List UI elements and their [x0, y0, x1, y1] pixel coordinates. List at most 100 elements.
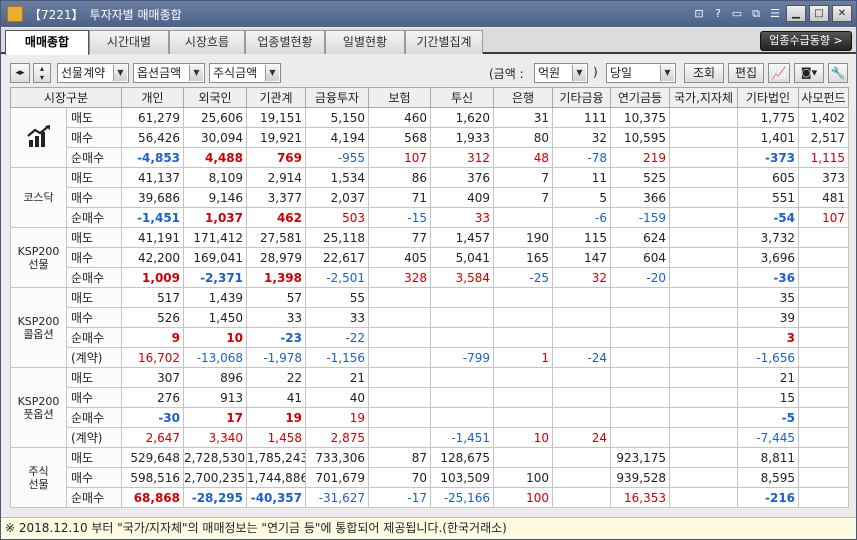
- table-cell: [368, 367, 432, 388]
- column-header[interactable]: 투신: [430, 87, 495, 108]
- table-row: 매수 56,426 30,094 19,921 4,194 568 1,933 80 32 10,…: [11, 127, 850, 148]
- row-label: 순매수: [65, 487, 123, 508]
- menu-icon[interactable]: ☰: [767, 7, 783, 20]
- table-cell: 8,109: [183, 167, 248, 188]
- pin-icon[interactable]: ⊡: [691, 7, 707, 20]
- swap-arrows-icon[interactable]: ◂▸: [10, 63, 30, 83]
- column-header[interactable]: 개인: [121, 87, 185, 108]
- table-cell: 568: [368, 127, 432, 148]
- row-label: (계약): [65, 347, 123, 368]
- column-header[interactable]: 기타금융: [552, 87, 612, 108]
- table-cell: 11: [552, 167, 612, 188]
- table-cell: 769: [246, 147, 307, 168]
- table-cell: [669, 187, 739, 208]
- column-header[interactable]: 국가,지자체: [669, 87, 739, 108]
- column-header[interactable]: 기타법인: [737, 87, 800, 108]
- maximize-button[interactable]: □: [809, 5, 829, 22]
- futures-unit-select[interactable]: 선물계약 ▼: [57, 63, 129, 83]
- table-cell: [610, 327, 671, 348]
- tab-daily[interactable]: 일별현황: [325, 30, 405, 54]
- table-cell: -24: [552, 347, 612, 368]
- table-cell: [669, 467, 739, 488]
- toolbar: ◂▸ ▴ ▾ 선물계약 ▼ 옵션금액 ▼ 주식금액 ▼ (금액 : 억원 ▼ ) 당일 ▼ …: [1, 57, 856, 87]
- column-header[interactable]: 연기금등: [610, 87, 671, 108]
- option-unit-select[interactable]: 옵션금액 ▼: [133, 63, 205, 83]
- table-cell: [493, 367, 554, 388]
- table-cell: 41: [246, 387, 307, 408]
- table-row: 주식 선물 매도 529,648 2,728,530 1,785,243 733,306 8…: [10, 447, 850, 508]
- chart-icon[interactable]: 📈: [768, 63, 790, 83]
- table-cell: 190: [493, 227, 554, 248]
- table-cell: 3,340: [183, 427, 248, 448]
- edit-button[interactable]: 편집: [728, 63, 764, 83]
- close-button[interactable]: ✕: [832, 5, 852, 22]
- table-row: 매수 598,516 2,700,235 1,744,886 701,679 70 103,…: [11, 467, 850, 488]
- table-cell: 19,921: [246, 127, 307, 148]
- table-cell: 1,785,243: [246, 447, 307, 468]
- table-cell: [610, 387, 671, 408]
- tab-by-sector[interactable]: 업종별현황: [245, 30, 325, 54]
- link-icon[interactable]: ⧉: [748, 7, 764, 21]
- minimize-button[interactable]: ▁: [786, 5, 806, 22]
- table-cell: 15: [737, 387, 800, 408]
- table-cell: 551: [737, 187, 800, 208]
- wrench-icon[interactable]: 🔧: [828, 63, 848, 83]
- table-cell: -25: [493, 267, 554, 288]
- column-header[interactable]: 은행: [493, 87, 554, 108]
- sector-flow-button[interactable]: 업종수급동향 >: [760, 31, 852, 51]
- tab-market-flow[interactable]: 시장흐름: [169, 30, 245, 54]
- row-label: 매도: [65, 107, 123, 128]
- column-header[interactable]: 외국인: [183, 87, 248, 108]
- table-row: 코스닥 매도 41,137 8,109 2,914 1,534 86 376 7 11 525 605…: [10, 167, 850, 228]
- table-cell: 376: [430, 167, 495, 188]
- table-cell: [368, 307, 432, 328]
- table-row: (계약) 16,702 -13,068 -1,978 -1,156 -799 1 -24 -1,…: [11, 347, 850, 368]
- table-cell: 3,377: [246, 187, 307, 208]
- column-header[interactable]: 금융투자: [305, 87, 370, 108]
- updown-arrows-icon[interactable]: ▴ ▾: [33, 63, 51, 83]
- table-cell: 373: [798, 167, 850, 188]
- table-cell: 405: [368, 247, 432, 268]
- table-cell: 107: [798, 207, 850, 228]
- column-header[interactable]: 사모펀드: [798, 87, 850, 108]
- column-header[interactable]: 시장구분: [9, 87, 123, 108]
- table-cell: 1,009: [121, 267, 185, 288]
- period-select[interactable]: 당일 ▼: [606, 63, 676, 83]
- table-cell: 128,675: [430, 447, 495, 468]
- table-cell: [493, 327, 554, 348]
- table-cell: -1,656: [737, 347, 800, 368]
- help-icon[interactable]: ?: [710, 7, 726, 20]
- app-icon: [7, 6, 23, 22]
- tab-trading-summary[interactable]: 매매종합: [5, 30, 89, 55]
- table-cell: 115: [552, 227, 612, 248]
- amount-unit-select[interactable]: 억원 ▼: [534, 63, 588, 83]
- table-cell: 462: [246, 207, 307, 228]
- column-header[interactable]: 보험: [368, 87, 432, 108]
- query-button[interactable]: 조회: [684, 63, 724, 83]
- table-cell: -20: [610, 267, 671, 288]
- market-group-name: KSP200 선물: [17, 244, 60, 271]
- tab-period-total[interactable]: 기간별집계: [405, 30, 483, 54]
- table-row: (계약) 2,647 3,340 1,458 2,875 -1,451 10 24 -7,445: [11, 427, 850, 448]
- table-cell: -7,445: [737, 427, 800, 448]
- table-row: 순매수 68,868 -28,295 -40,357 -31,627 -17 -25,166…: [11, 487, 850, 508]
- table-cell: 48: [493, 147, 554, 168]
- table-cell: 10: [493, 427, 554, 448]
- tab-by-time[interactable]: 시간대별: [89, 30, 169, 54]
- screen-icon[interactable]: ▭: [729, 7, 745, 20]
- table-cell: [669, 347, 739, 368]
- table-row: 매수 526 1,450 33 33 39: [11, 307, 850, 328]
- row-label: 매도: [65, 367, 123, 388]
- table-cell: 33: [246, 307, 307, 328]
- table-cell: [798, 307, 850, 328]
- table-cell: 86: [368, 167, 432, 188]
- table-cell: -1,156: [305, 347, 370, 368]
- camera-icon[interactable]: ◙▾: [794, 63, 824, 83]
- table-cell: -373: [737, 147, 800, 168]
- table-cell: 913: [183, 387, 248, 408]
- stock-unit-select[interactable]: 주식금액 ▼: [209, 63, 281, 83]
- table-cell: [669, 267, 739, 288]
- column-header[interactable]: 기관계: [246, 87, 307, 108]
- table-cell: [552, 407, 612, 428]
- table-cell: 2,647: [121, 427, 185, 448]
